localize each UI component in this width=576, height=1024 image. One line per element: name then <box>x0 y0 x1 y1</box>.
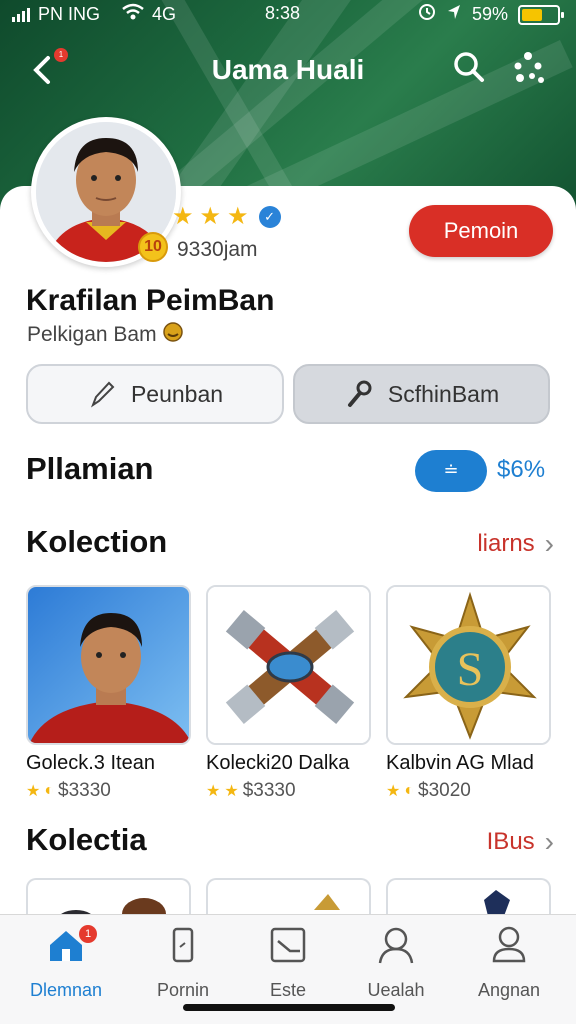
location-icon <box>446 3 462 26</box>
tab-profile[interactable]: Angnan <box>454 925 564 1005</box>
tab-home[interactable]: 1 Dlemnan <box>11 925 121 1005</box>
settings-button[interactable]: ScfhinBam <box>293 364 550 424</box>
level-badge: 10 <box>138 232 168 262</box>
search-icon <box>454 52 484 82</box>
chart-icon <box>270 927 306 963</box>
card-title: Goleck.3 Itean <box>26 752 155 774</box>
tab-phone[interactable]: Pornin <box>128 925 238 1005</box>
collection2-see-all[interactable]: IBus › <box>487 826 554 858</box>
plan-value: $6% <box>497 456 546 483</box>
tab-stats-label: Este <box>269 980 307 1000</box>
chevron-right-icon: › <box>544 528 554 559</box>
plan-toggle[interactable]: ≐ <box>415 450 487 492</box>
tab-friends-label: Uealah <box>367 980 425 1000</box>
tab-profile-label: Angnan <box>477 980 541 1000</box>
profile-subtitle-text: Pelkigan Bam <box>27 323 157 346</box>
collection2-see-all-label: IBus <box>486 828 535 855</box>
collection-card[interactable] <box>26 585 191 745</box>
star-icon: ★ <box>206 783 221 800</box>
star-icon: ★ <box>227 203 249 230</box>
star-icon: ★ <box>199 203 222 230</box>
card-price: ★ ★ $3330 <box>206 780 296 802</box>
primary-action-button[interactable]: Pemoin <box>409 205 553 257</box>
signal-icon <box>12 7 30 22</box>
profile-subtitle: Pelkigan Bam <box>27 322 183 348</box>
clock: 8:38 <box>265 3 301 23</box>
search-button[interactable] <box>452 50 488 86</box>
card-title: Kolecki20 Dalka <box>206 752 350 774</box>
card-price: ★ ◐ $3020 <box>386 780 471 802</box>
star-icon: ★ <box>172 203 194 230</box>
tab-friends[interactable]: Uealah <box>341 925 451 1005</box>
settings-button-label: ScfhinBam <box>387 380 500 407</box>
svg-text:S: S <box>457 643 484 696</box>
collection-card[interactable] <box>206 585 371 745</box>
collection2-title: Kolectia <box>26 822 147 857</box>
page-title: Uama Huali <box>211 54 365 85</box>
card-price-value: $3330 <box>58 780 111 801</box>
rating-stars: ★ ★ ★ ✓ <box>172 205 281 229</box>
user-outline-icon <box>378 927 414 964</box>
collection-card[interactable]: S <box>386 585 551 745</box>
wrench-icon <box>347 380 372 407</box>
star-icon: ★ <box>224 783 239 800</box>
tab-stats[interactable]: Este <box>233 925 343 1005</box>
star-half-icon: ◐ <box>44 782 55 799</box>
edit-button[interactable]: Peunban <box>26 364 284 424</box>
verified-icon: ✓ <box>258 206 281 228</box>
network-label: 4G <box>152 4 177 24</box>
profile-icon <box>492 926 526 963</box>
star-half-icon: ◐ <box>404 782 415 799</box>
tab-home-label: Dlemnan <box>29 980 103 1000</box>
pencil-icon <box>90 381 115 408</box>
collection-title: Kolection <box>26 524 168 559</box>
phone-icon <box>172 927 194 963</box>
emblem-image: S <box>388 587 549 743</box>
alarm-icon <box>418 3 436 26</box>
status-bar: PN ING 4G 8:38 59% <box>0 0 576 28</box>
nav-bar: 1 Uama Huali <box>0 44 576 94</box>
edit-button-label: Peunban <box>130 380 224 407</box>
player-card-image <box>28 587 189 743</box>
battery-icon <box>518 4 564 25</box>
chevron-right-icon: › <box>544 826 554 857</box>
tab-phone-label: Pornin <box>156 980 210 1000</box>
star-icon: ★ <box>386 783 401 800</box>
dots-icon <box>514 52 544 83</box>
card-price-value: $3020 <box>418 780 471 801</box>
collection-see-all[interactable]: liarns › <box>477 528 554 560</box>
carrier-label: PN ING <box>38 4 101 24</box>
wifi-icon <box>122 3 144 26</box>
more-button[interactable] <box>510 50 546 86</box>
crossed-items-image <box>208 587 369 743</box>
star-icon: ★ <box>26 783 41 800</box>
plan-title: Pllamian <box>26 451 154 486</box>
card-price: ★ ◐ $3330 <box>26 780 111 802</box>
emoji-icon <box>162 322 183 348</box>
collection-see-all-label: liarns <box>477 530 535 557</box>
tab-home-badge: 1 <box>79 925 97 943</box>
play-hours: 9330jam <box>177 238 258 261</box>
card-price-value: $3330 <box>242 780 296 801</box>
card-title: Kalbvin AG Mlad <box>386 752 534 774</box>
profile-name: Krafilan PeimBan <box>26 284 275 317</box>
home-indicator[interactable] <box>183 1004 395 1011</box>
battery-percent: 59% <box>471 4 508 24</box>
